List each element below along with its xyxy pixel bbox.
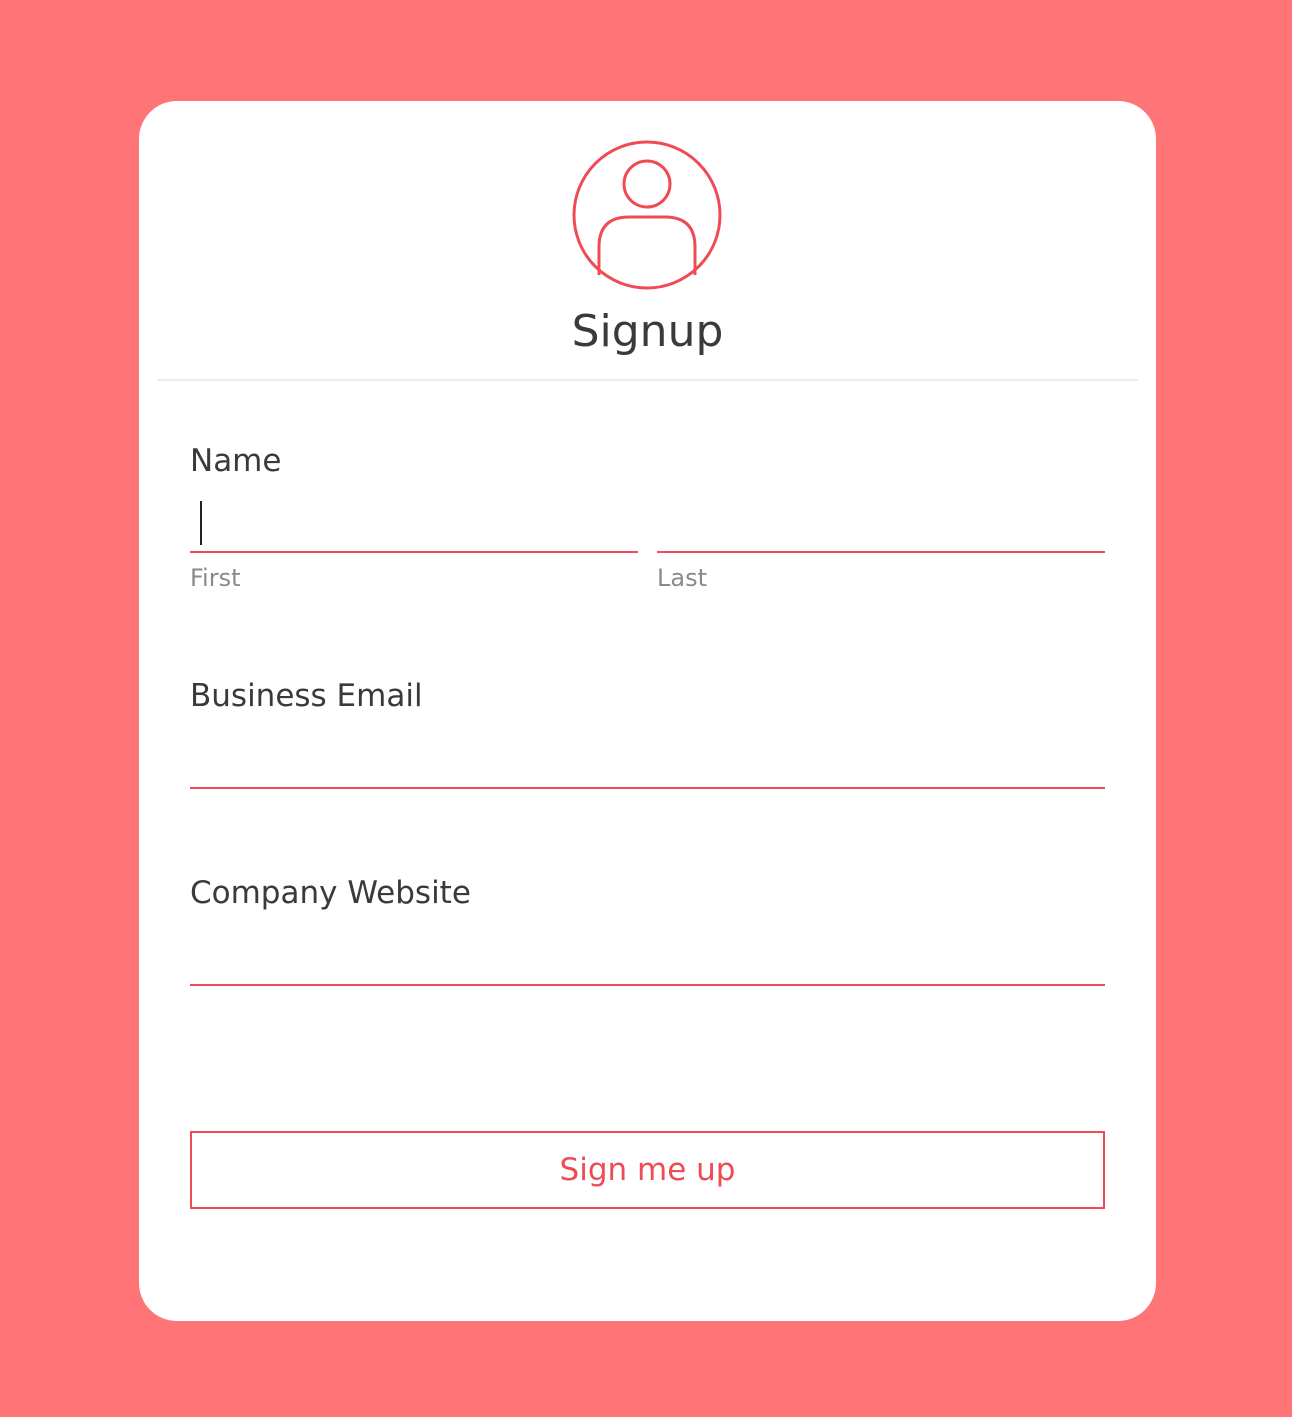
last-name-input[interactable] (657, 501, 1105, 553)
header-divider (157, 379, 1138, 381)
last-name-sublabel: Last (657, 564, 707, 592)
name-label: Name (190, 443, 282, 479)
first-name-input[interactable] (190, 501, 638, 553)
sign-me-up-button[interactable]: Sign me up (190, 1131, 1105, 1209)
business-email-label: Business Email (190, 678, 423, 714)
company-website-label: Company Website (190, 875, 471, 911)
first-name-sublabel: First (190, 564, 241, 592)
business-email-input[interactable] (190, 737, 1105, 789)
company-website-input[interactable] (190, 934, 1105, 986)
user-circle-icon (572, 140, 722, 290)
text-cursor (200, 501, 202, 545)
page-title: Signup (571, 306, 724, 357)
signup-card: Signup Name First Last Business Email Co… (139, 101, 1156, 1321)
